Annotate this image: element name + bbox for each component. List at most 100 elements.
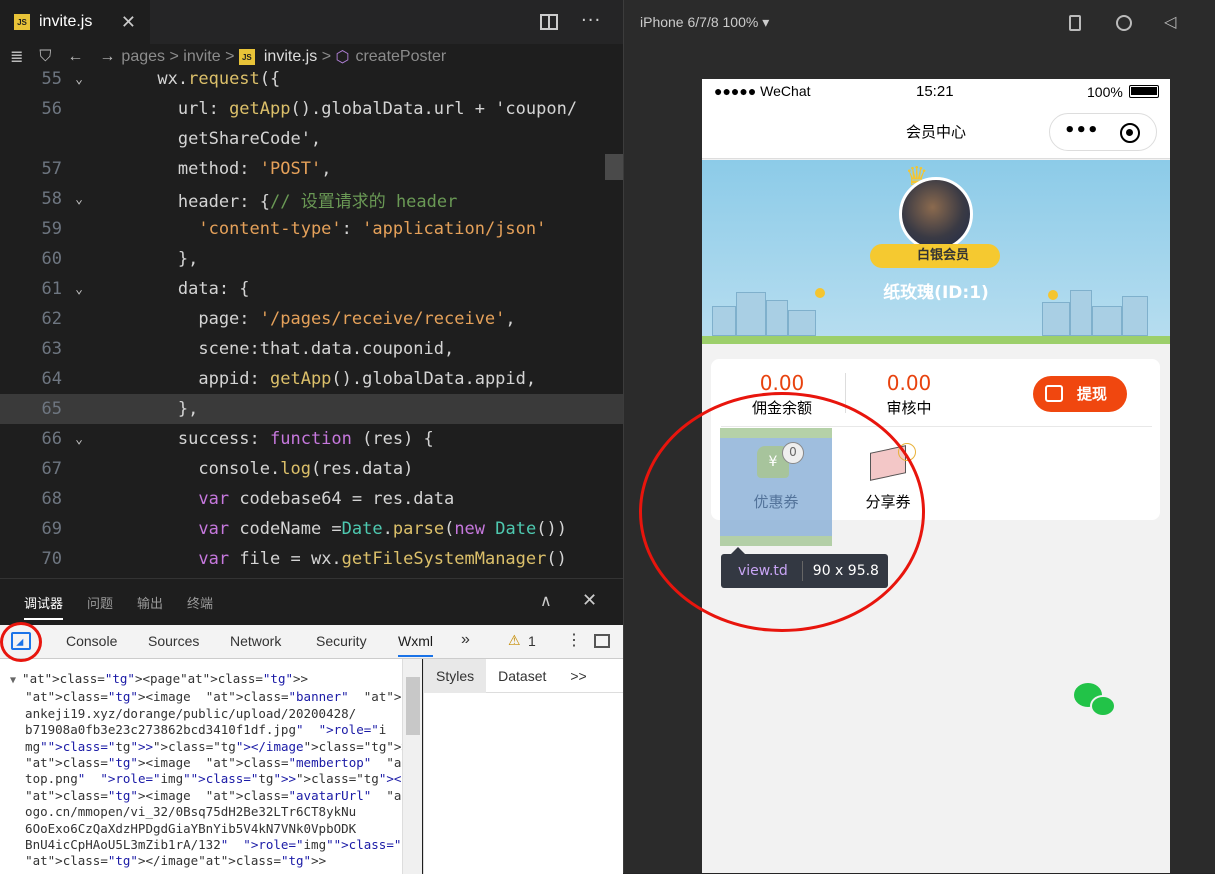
fold-chevron-icon[interactable]: ⌄ xyxy=(62,192,96,207)
line-number: 56 xyxy=(41,99,62,119)
code-text: method: 'POST', xyxy=(96,159,332,179)
code-line[interactable]: 68 var codebase64 = res.data xyxy=(0,484,623,514)
debug-panel: 调试器 问题 输出 终端 ∧ ✕ Console Sources Network… xyxy=(0,578,623,874)
code-text: scene:that.data.couponid, xyxy=(96,339,455,359)
code-line[interactable]: 58 ⌄ header: {// 设置请求的 header xyxy=(0,184,623,214)
tab-problems[interactable]: 问题 xyxy=(87,593,113,612)
line-number: 57 xyxy=(41,159,62,179)
code-line[interactable]: getShareCode', xyxy=(0,124,623,154)
wxml-tree[interactable]: ▼ "at">class="tg"><page"at">class="tg">>… xyxy=(0,659,402,874)
code-line[interactable]: 62 page: '/pages/receive/receive', xyxy=(0,304,623,334)
devtools-tab-security[interactable]: Security xyxy=(316,633,367,649)
code-line[interactable]: 61 ⌄ data: { xyxy=(0,274,623,304)
devtools-menu-icon[interactable]: ⋮ xyxy=(566,630,582,650)
battery-text: 100% xyxy=(1087,84,1123,100)
home-button-icon[interactable] xyxy=(1116,15,1132,31)
fold-chevron-icon[interactable]: ⌄ xyxy=(62,432,96,447)
sidebar-pane: Styles Dataset >> xyxy=(423,658,623,874)
warning-icon[interactable]: ⚠ xyxy=(508,632,521,649)
line-number: 61 xyxy=(41,279,62,299)
code-line[interactable]: 56 url: getApp().globalData.url + 'coupo… xyxy=(0,94,623,124)
fold-chevron-icon[interactable]: ⌄ xyxy=(62,282,96,297)
code-text: header: {// 设置请求的 header xyxy=(96,191,458,212)
devtools-tab-wxml[interactable]: Wxml xyxy=(398,633,433,657)
volume-icon[interactable]: ◁ xyxy=(1164,12,1176,31)
close-icon[interactable]: ✕ xyxy=(121,12,136,33)
code-line[interactable]: 60 }, xyxy=(0,244,623,274)
maximize-panel-icon[interactable]: ∧ xyxy=(540,591,552,610)
annotation-circle-coupon xyxy=(639,392,925,632)
wxml-scrollbar[interactable] xyxy=(402,659,422,874)
code-line[interactable]: 57 method: 'POST', xyxy=(0,154,623,184)
code-text: var file = wx.getFileSystemManager() xyxy=(198,549,567,569)
tab-styles[interactable]: Styles xyxy=(424,658,487,693)
code-line[interactable]: 69 var codeName =Date.parse(new Date()) xyxy=(0,514,623,544)
wxml-node-line[interactable]: ogo.cn/mmopen/vi_32/0Bsq75dH2Be32LTr6CT8… xyxy=(10,804,402,820)
line-number: 59 xyxy=(41,219,62,239)
code-line[interactable]: 59 'content-type': 'application/json' xyxy=(0,214,623,244)
username: 纸玫瑰(ID:1) xyxy=(883,283,989,303)
code-line[interactable]: 67 console.log(res.data) xyxy=(0,454,623,484)
line-number: 69 xyxy=(41,519,62,539)
code-text: }, xyxy=(96,249,199,269)
wxml-node-line[interactable]: top.png" ">role="img"">class="tg">>">cla… xyxy=(10,771,402,787)
devtools-tab-console[interactable]: Console xyxy=(66,633,117,649)
tab-debugger[interactable]: 调试器 xyxy=(24,585,64,620)
devtools-tab-network[interactable]: Network xyxy=(230,633,281,649)
close-panel-icon[interactable]: ✕ xyxy=(582,590,597,611)
withdraw-button[interactable]: 提现 xyxy=(1033,376,1127,412)
phone-icon[interactable] xyxy=(1069,15,1081,31)
wxml-node-line[interactable]: BnU4icCpHAoU5L3mZib1rA/132" ">role="img"… xyxy=(10,837,402,853)
fold-chevron-icon[interactable]: ⌄ xyxy=(62,72,96,87)
tab-dataset[interactable]: Dataset xyxy=(486,668,558,684)
wxml-node-line[interactable]: "at">class="tg"></image"at">class="tg">> xyxy=(10,853,402,869)
capsule-close-icon[interactable] xyxy=(1120,123,1140,143)
line-number: 58 xyxy=(41,189,62,209)
code-line[interactable]: 65 }, xyxy=(0,394,623,424)
dock-side-icon[interactable] xyxy=(594,634,610,648)
code-text: success: function (res) { xyxy=(96,429,434,449)
more-tabs-icon[interactable]: » xyxy=(461,631,470,649)
capsule-more-icon[interactable]: ••• xyxy=(1064,120,1099,141)
line-number: 66 xyxy=(41,429,62,449)
tab-terminal[interactable]: 终端 xyxy=(187,593,213,612)
line-number: 60 xyxy=(41,249,62,269)
editor-tab-bar: JS invite.js ✕ ··· xyxy=(0,0,623,44)
tab-label: invite.js xyxy=(39,13,93,30)
code-line[interactable]: 55 ⌄ wx.request({ xyxy=(0,64,623,94)
device-selector[interactable]: iPhone 6/7/8 100% ▾ xyxy=(640,14,769,31)
wxml-node-line[interactable]: "at">class="tg"><image "at">class="banne… xyxy=(10,689,402,705)
js-file-icon: JS xyxy=(14,14,30,30)
member-level-badge: 白银会员 xyxy=(870,244,1000,268)
code-line[interactable]: 63 scene:that.data.couponid, xyxy=(0,334,623,364)
tab-output[interactable]: 输出 xyxy=(137,593,163,612)
code-line[interactable]: 66 ⌄ success: function (res) { xyxy=(0,424,623,454)
line-number: 64 xyxy=(41,369,62,389)
wxml-node-line[interactable]: mg"">class="tg">>">class="tg"></image">c… xyxy=(10,739,402,755)
code-text: data: { xyxy=(96,279,250,299)
code-text: wx.request({ xyxy=(96,69,281,89)
devtools-tab-sources[interactable]: Sources xyxy=(148,633,199,649)
minimap-scroll-thumb[interactable] xyxy=(605,154,623,180)
wxml-node-line[interactable]: "at">class="tg"><image "at">class="avata… xyxy=(10,788,402,804)
code-text: getShareCode', xyxy=(96,129,322,149)
more-actions-icon[interactable]: ··· xyxy=(581,10,601,31)
split-editor-icon[interactable] xyxy=(540,14,558,30)
editor-area: JS invite.js ✕ ··· ≣ ⛉ ← → pages > invit… xyxy=(0,0,623,874)
avatar[interactable] xyxy=(899,177,973,251)
tab-invite-js[interactable]: JS invite.js ✕ xyxy=(0,0,150,44)
wxml-node-line[interactable]: ▼ "at">class="tg"><page"at">class="tg">> xyxy=(10,671,402,689)
line-number: 67 xyxy=(41,459,62,479)
wxml-node-line[interactable]: 6OoExo6CzQaXdzHPDgdGiaYBnYib5V4kN7VNk0Vp… xyxy=(10,821,402,837)
code-editor[interactable]: 55 ⌄ wx.request({56 url: getApp().globalD… xyxy=(0,64,623,578)
code-line[interactable]: 70 var file = wx.getFileSystemManager() xyxy=(0,544,623,574)
panel-tabs: 调试器 问题 输出 终端 xyxy=(0,579,623,625)
code-line[interactable]: 64 appid: getApp().globalData.appid, xyxy=(0,364,623,394)
wxml-node-line[interactable]: ankeji19.xyz/dorange/public/upload/20200… xyxy=(10,706,402,722)
wxml-node-line[interactable]: b71908a0fb3e23c273862bcd3410f1df.jpg" ">… xyxy=(10,722,402,738)
battery-icon xyxy=(1129,85,1159,98)
code-text: appid: getApp().globalData.appid, xyxy=(96,369,537,389)
review-value: 0.00 xyxy=(886,371,932,395)
wxml-node-line[interactable]: "at">class="tg"><image "at">class="membe… xyxy=(10,755,402,771)
tab-more[interactable]: >> xyxy=(558,668,598,684)
